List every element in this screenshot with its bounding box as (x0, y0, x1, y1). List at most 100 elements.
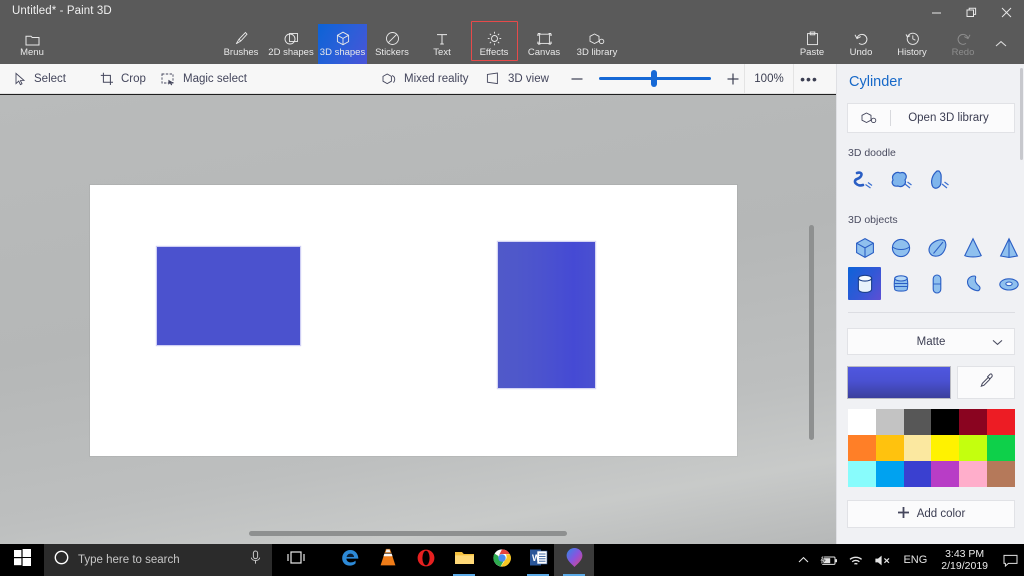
ribbon-3d-shapes[interactable]: 3D shapes (318, 24, 367, 64)
taskbar-app-google-chrome[interactable] (482, 544, 522, 576)
3d-object-cube[interactable] (848, 231, 881, 264)
3d-object-hook[interactable] (956, 267, 989, 300)
swatch-lime[interactable] (959, 435, 987, 461)
ribbon-paste[interactable]: Paste (790, 24, 834, 64)
swatch-green[interactable] (987, 435, 1015, 461)
zoom-out-button[interactable] (565, 67, 589, 91)
rectangle-shape[interactable] (157, 247, 300, 345)
swatch-brown[interactable] (987, 461, 1015, 487)
3d-object-cylinder[interactable] (848, 267, 881, 300)
swatch-light-gray[interactable] (876, 409, 904, 435)
close-button[interactable] (989, 0, 1024, 24)
action-center-button[interactable] (996, 544, 1024, 576)
tray-overflow-button[interactable] (793, 544, 814, 576)
language-indicator[interactable]: ENG (897, 544, 933, 576)
volume-status[interactable] (869, 544, 897, 576)
3d-object-sphere[interactable] (884, 231, 917, 264)
swatch-pink[interactable] (959, 461, 987, 487)
ribbon-redo: Redo (942, 24, 984, 64)
brush-icon (234, 31, 248, 46)
swatch-dark-red[interactable] (959, 409, 987, 435)
tool-select[interactable]: Select (8, 64, 72, 93)
ribbon-brushes[interactable]: Brushes (218, 24, 264, 64)
canvas-sheet[interactable] (90, 185, 737, 456)
chevron-up-icon (798, 556, 809, 564)
chevron-down-icon (992, 337, 1003, 349)
canvas-horizontal-scroll-thumb[interactable] (249, 531, 567, 536)
ribbon-canvas[interactable]: Canvas (520, 24, 568, 64)
sharp-edge-doodle-icon[interactable] (887, 166, 915, 194)
taskbar-app-microsoft-edge[interactable] (330, 544, 370, 576)
3d-object-barrel[interactable] (884, 267, 917, 300)
canvas-vertical-scrollbar[interactable] (816, 95, 826, 544)
search-box[interactable]: Type here to search (44, 544, 272, 576)
search-input[interactable]: Type here to search (78, 554, 240, 566)
swatch-orange[interactable] (848, 435, 876, 461)
3d-object-teardrop[interactable] (920, 231, 953, 264)
battery-status[interactable] (814, 544, 843, 576)
ribbon-2d-shapes[interactable]: 2D shapes (264, 24, 318, 64)
swatch-red[interactable] (987, 409, 1015, 435)
taskbar-app-microsoft-word[interactable]: W (518, 544, 558, 576)
zoom-slider[interactable] (599, 77, 711, 80)
swatch-cyan[interactable] (848, 461, 876, 487)
panel-scrollbar[interactable] (1020, 68, 1023, 160)
ribbon-text[interactable]: Text (423, 24, 461, 64)
tool-3d-view[interactable]: 3D view (480, 64, 555, 93)
ribbon-3d-library[interactable]: 3D library (570, 24, 624, 64)
task-view-button[interactable] (276, 544, 316, 576)
tool-select-label: Select (34, 73, 66, 85)
tool-crop[interactable]: Crop (94, 64, 152, 93)
3d-object-capsule[interactable] (920, 267, 953, 300)
tube-doodle-icon[interactable] (925, 166, 953, 194)
ribbon-canvas-label: Canvas (528, 48, 560, 58)
taskbar-app-opera[interactable] (406, 544, 446, 576)
swatch-dark-gray[interactable] (904, 409, 932, 435)
ellipsis-icon: ••• (800, 71, 818, 87)
cylinder-shape[interactable] (498, 242, 595, 388)
3d-object-cone[interactable] (956, 231, 989, 264)
clock[interactable]: 3:43 PM 2/19/2019 (933, 544, 996, 576)
add-color-button[interactable]: Add color (847, 500, 1015, 528)
swatch-amber[interactable] (876, 435, 904, 461)
minimize-button[interactable] (919, 0, 954, 24)
ribbon-stickers[interactable]: Stickers (367, 24, 417, 64)
ribbon-expand-button[interactable] (986, 24, 1016, 64)
ribbon-menu[interactable]: Menu (8, 24, 56, 64)
swatch-purple[interactable] (931, 461, 959, 487)
taskbar-app-vlc[interactable] (368, 544, 408, 576)
zoom-in-button[interactable] (721, 67, 745, 91)
material-dropdown[interactable]: Matte (847, 328, 1015, 355)
current-color-swatch[interactable] (847, 366, 951, 399)
microphone-icon[interactable] (249, 550, 262, 570)
action-center-icon (1003, 554, 1018, 567)
more-options-button[interactable]: ••• (796, 64, 822, 93)
swatch-white[interactable] (848, 409, 876, 435)
maximize-restore-button[interactable] (954, 0, 989, 24)
zoom-slider-thumb[interactable] (651, 70, 657, 87)
workspace[interactable] (0, 95, 836, 544)
swatch-yellow[interactable] (931, 435, 959, 461)
network-status[interactable] (843, 544, 869, 576)
taskbar-app-paint-3d[interactable] (554, 544, 594, 576)
zoom-percent[interactable]: 100% (744, 64, 794, 93)
ribbon-undo[interactable]: Undo (840, 24, 882, 64)
open-3d-library-button[interactable]: Open 3D library (847, 103, 1015, 133)
swatch-black[interactable] (931, 409, 959, 435)
swatch-pale-yellow[interactable] (904, 435, 932, 461)
start-button[interactable] (0, 544, 44, 576)
swatch-blue[interactable] (904, 461, 932, 487)
tool-magic-select[interactable]: Magic select (155, 64, 253, 93)
ribbon-history[interactable]: History (888, 24, 936, 64)
eyedropper-button[interactable] (957, 366, 1015, 399)
soft-edge-doodle-icon[interactable] (849, 166, 877, 194)
swatch-sky-blue[interactable] (876, 461, 904, 487)
3d-object-disc[interactable] (992, 267, 1024, 300)
tool-mixed-reality[interactable]: Mixed reality (375, 64, 475, 93)
ribbon-effects[interactable]: Effects (470, 24, 518, 64)
canvas-vertical-scroll-thumb[interactable] (809, 225, 814, 440)
google-chrome-icon (492, 548, 512, 573)
panel-title: Cylinder (849, 74, 902, 90)
taskbar-app-file-explorer[interactable] (444, 544, 484, 576)
3d-object-pyramid[interactable] (992, 231, 1024, 264)
